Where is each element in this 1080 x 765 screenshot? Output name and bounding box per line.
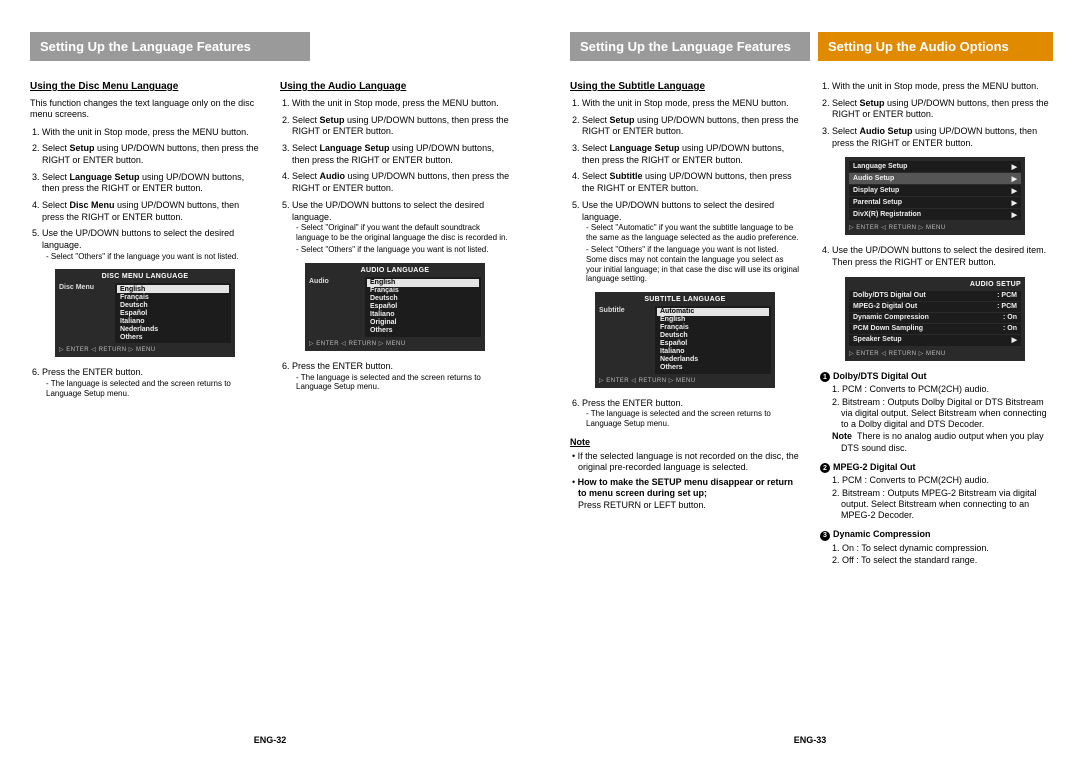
option-dolby-dts: 1Dolby/DTS Digital Out 1. PCM : Converts…	[820, 371, 1050, 454]
step: Select Setup using UP/DOWN buttons, then…	[832, 98, 1050, 121]
osd-audio-setup: AUDIO SETUP Dolby/DTS Digital Out: PCM M…	[845, 277, 1025, 361]
step: Press the ENTER button. The language is …	[292, 361, 510, 392]
heading: Using the Audio Language	[280, 81, 510, 92]
heading: Using the Disc Menu Language	[30, 81, 260, 92]
step: Use the UP/DOWN buttons to select the de…	[832, 245, 1050, 268]
section-title-right-b: Setting Up the Audio Options	[818, 32, 1053, 61]
osd-setup-menu: Language Setup▶ Audio Setup▶ Display Set…	[845, 157, 1025, 235]
intro: This function changes the text language …	[30, 98, 260, 121]
circled-number-icon: 3	[820, 531, 830, 541]
step: Select Language Setup using UP/DOWN butt…	[292, 143, 510, 166]
substep: Select "Others" if the language you want…	[296, 245, 510, 255]
osd-disc-menu: DISC MENU LANGUAGE Disc Menu English Fra…	[55, 269, 235, 357]
step: Select Language Setup using UP/DOWN butt…	[582, 143, 800, 166]
subtitle-language-col: Using the Subtitle Language With the uni…	[570, 81, 800, 574]
step: Press the ENTER button. The language is …	[582, 398, 800, 429]
step: Select Audio using UP/DOWN buttons, then…	[292, 171, 510, 194]
page-number-left: ENG-32	[30, 735, 510, 745]
step: Use the UP/DOWN buttons to select the de…	[582, 200, 800, 284]
step: With the unit in Stop mode, press the ME…	[42, 127, 260, 139]
option-dynamic-compression: 3Dynamic Compression 1. On : To select d…	[820, 529, 1050, 566]
section-title-left: Setting Up the Language Features	[30, 32, 310, 61]
note-item: How to make the SETUP menu disappear or …	[578, 477, 800, 511]
substep: Select "Others" if the language you want…	[46, 252, 260, 262]
manual-spread: Setting Up the Language Features Using t…	[0, 0, 1080, 765]
audio-language-col: Using the Audio Language With the unit i…	[280, 81, 510, 404]
substep: The language is selected and the screen …	[46, 379, 260, 398]
substep: The language is selected and the screen …	[296, 373, 510, 392]
step: Select Audio Setup using UP/DOWN buttons…	[832, 126, 1050, 149]
circled-number-icon: 1	[820, 372, 830, 382]
substep: Select "Automatic" if you want the subti…	[586, 223, 800, 242]
note-item: If the selected language is not recorded…	[578, 451, 800, 474]
right-page: Setting Up the Language Features Setting…	[540, 0, 1080, 765]
step: With the unit in Stop mode, press the ME…	[292, 98, 510, 110]
left-page: Setting Up the Language Features Using t…	[0, 0, 540, 765]
step: Select Disc Menu using UP/DOWN buttons, …	[42, 200, 260, 223]
step: Select Setup using UP/DOWN buttons, then…	[42, 143, 260, 166]
substep: Select "Original" if you want the defaul…	[296, 223, 510, 242]
osd-audio-language: AUDIO LANGUAGE Audio English Français De…	[305, 263, 485, 351]
section-title-right-a: Setting Up the Language Features	[570, 32, 810, 61]
right-header-row: Setting Up the Language Features Setting…	[570, 32, 1050, 61]
step: Select Setup using UP/DOWN buttons, then…	[582, 115, 800, 138]
step: Select Language Setup using UP/DOWN butt…	[42, 172, 260, 195]
note-heading: Note	[570, 437, 800, 447]
step: Use the UP/DOWN buttons to select the de…	[42, 228, 260, 261]
option-mpeg2: 2MPEG-2 Digital Out 1. PCM : Converts to…	[820, 462, 1050, 522]
step: Select Subtitle using UP/DOWN buttons, t…	[582, 171, 800, 194]
step: With the unit in Stop mode, press the ME…	[582, 98, 800, 110]
step: Use the UP/DOWN buttons to select the de…	[292, 200, 510, 255]
heading: Using the Subtitle Language	[570, 81, 800, 92]
osd-subtitle-language: SUBTITLE LANGUAGE Subtitle Automatic Eng…	[595, 292, 775, 388]
disc-menu-language-col: Using the Disc Menu Language This functi…	[30, 81, 260, 404]
step: With the unit in Stop mode, press the ME…	[832, 81, 1050, 93]
step: Press the ENTER button. The language is …	[42, 367, 260, 398]
page-number-right: ENG-33	[570, 735, 1050, 745]
substep: Select "Others" if the language you want…	[586, 245, 800, 283]
left-header-row: Setting Up the Language Features	[30, 32, 510, 61]
step: Select Setup using UP/DOWN buttons, then…	[292, 115, 510, 138]
substep: The language is selected and the screen …	[586, 409, 800, 428]
circled-number-icon: 2	[820, 463, 830, 473]
audio-options-col: With the unit in Stop mode, press the ME…	[820, 81, 1050, 574]
